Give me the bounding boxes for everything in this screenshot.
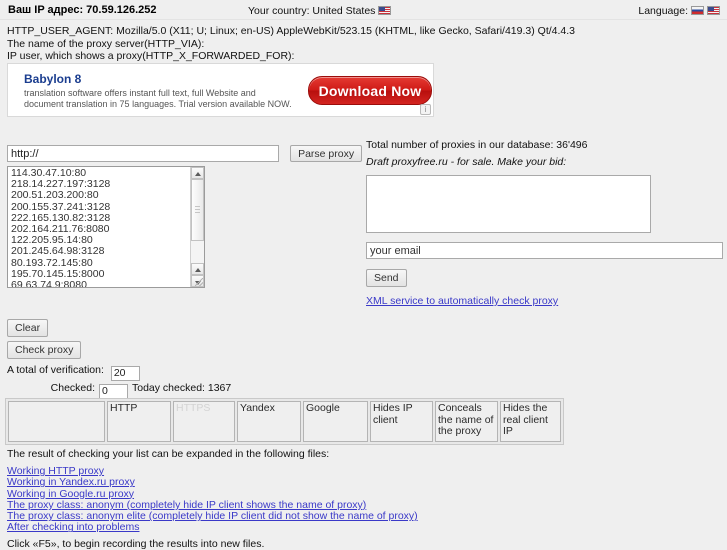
proxy-list-content[interactable]: 114.30.47.10:80 218.14.227.197:3128 200.51… — [8, 167, 190, 287]
checked-input[interactable] — [99, 383, 128, 399]
footer-note: Click «F5», to begin recording the resul… — [7, 538, 265, 550]
flag-us-icon — [378, 6, 392, 15]
proxy-entry: 200.51.203.200:80 — [11, 189, 99, 202]
table-header-https: HTTPS — [173, 401, 235, 442]
results-table: HTTP HTTPS Yandex Google Hides IP client… — [5, 398, 564, 445]
client-ip-label: Ваш IP адрес: 70.59.126.252 — [8, 4, 157, 16]
table-header-yandex: Yandex — [237, 401, 301, 442]
advertisement-banner[interactable]: Babylon 8 translation software offers in… — [7, 63, 434, 117]
flag-us-icon[interactable] — [707, 6, 720, 15]
flag-ru-icon[interactable] — [691, 6, 704, 15]
results-intro-text: The result of checking your list can be … — [7, 448, 330, 460]
banner-description: translation software offers instant full… — [24, 88, 292, 109]
country-indicator: Your country: United States — [248, 5, 392, 17]
proxy-entry: 69.63.74.9:8080 — [11, 278, 87, 288]
result-file-link[interactable]: After checking into problems — [7, 522, 418, 534]
bid-textarea[interactable] — [366, 175, 651, 233]
proxy-list-textarea[interactable]: 114.30.47.10:80 218.14.227.197:3128 200.51… — [7, 166, 205, 288]
total-verification-row: A total of verification: — [7, 364, 144, 381]
draft-for-sale-note: Draft proxyfree.ru - for sale. Make your… — [366, 156, 567, 168]
clear-button[interactable]: Clear — [7, 319, 49, 337]
table-header-conceals-proxy-name: Conceals the name of the proxy — [435, 401, 498, 442]
user-agent-line: HTTP_USER_AGENT: Mozilla/5.0 (X11; U; Li… — [7, 25, 576, 37]
http-headers-info: HTTP_USER_AGENT: Mozilla/5.0 (X11; U; Li… — [0, 20, 727, 63]
top-info-bar: Ваш IP адрес: 70.59.126.252 Your country… — [0, 0, 727, 20]
proxy-list-scrollbar[interactable] — [190, 167, 204, 287]
proxy-entry: 80.193.72.145:80 — [11, 256, 93, 269]
proxy-entry: 201.245.64.98:3128 — [11, 245, 105, 258]
scroll-up-secondary-icon[interactable] — [191, 263, 204, 275]
xml-service-link[interactable]: XML service to automatically check proxy — [366, 295, 558, 307]
today-checked-label: Today checked: 1367 — [132, 382, 232, 394]
send-button[interactable]: Send — [366, 269, 407, 287]
total-verification-input[interactable] — [110, 365, 140, 381]
result-file-links: Working HTTP proxy Working in Yandex.ru p… — [7, 465, 418, 534]
total-proxies-label: Total number of proxies in our database:… — [366, 139, 588, 151]
parse-proxy-button[interactable]: Parse proxy — [290, 145, 363, 162]
email-input[interactable] — [366, 242, 723, 259]
banner-title: Babylon 8 — [24, 72, 82, 86]
table-row: HTTP HTTPS Yandex Google Hides IP client… — [8, 401, 561, 442]
language-label: Language: — [638, 5, 688, 17]
total-verification-label: A total of verification: — [7, 364, 104, 376]
country-label: Your country: United States — [248, 5, 376, 17]
download-now-button[interactable]: Download Now — [308, 76, 432, 105]
result-file-link[interactable]: Working in Yandex.ru proxy — [7, 476, 418, 488]
table-header-google: Google — [303, 401, 368, 442]
scroll-up-icon[interactable] — [191, 167, 204, 179]
table-header-blank — [8, 401, 105, 442]
checked-label: Checked: — [50, 382, 95, 394]
language-switcher[interactable]: Language: — [638, 5, 720, 17]
proxy-url-input[interactable] — [7, 145, 279, 162]
ad-info-icon[interactable]: i — [420, 104, 431, 115]
checked-row: Checked: Today checked: 1367 — [7, 382, 231, 399]
url-parse-row: Parse proxy — [7, 145, 363, 162]
http-x-forwarded-for-line: IP user, which shows a proxy(HTTP_X_FORW… — [7, 50, 295, 62]
table-header-hides-real-client-ip: Hides the real client IP — [500, 401, 561, 442]
table-header-hides-ip-client: Hides IP client — [370, 401, 433, 442]
scrollbar-thumb[interactable] — [191, 179, 204, 241]
check-proxy-button[interactable]: Check proxy — [7, 341, 82, 359]
textarea-resize-handle[interactable] — [195, 278, 203, 286]
http-via-line: The name of the proxy server(HTTP_VIA): — [7, 37, 205, 50]
table-header-http: HTTP — [107, 401, 171, 442]
